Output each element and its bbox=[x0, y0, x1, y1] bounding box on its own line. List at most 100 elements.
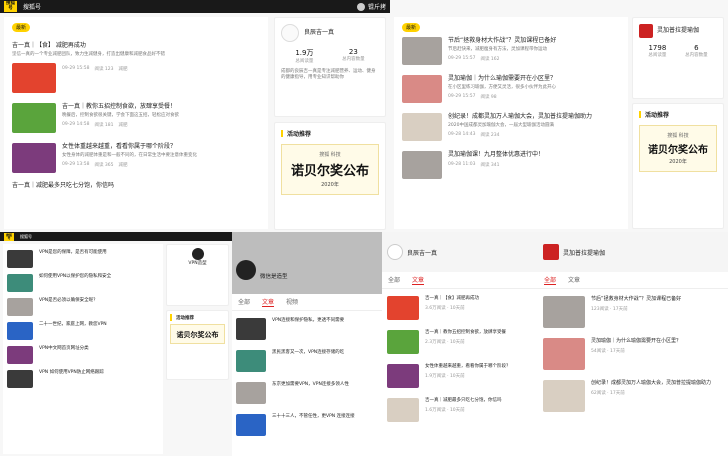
list-item[interactable]: 三十十三人，不管任性，更VPN 连接连接 bbox=[236, 409, 378, 441]
article-title[interactable]: 灵加瑜伽｜为什么瑜伽需要开在小区里？ bbox=[591, 338, 681, 345]
article-title[interactable]: 节后“拯救身材大作战”？灵加课程已备好 bbox=[591, 296, 681, 303]
article-thumb[interactable] bbox=[402, 113, 442, 141]
article-thumb[interactable] bbox=[387, 330, 419, 354]
latest-tag[interactable]: 最新 bbox=[402, 23, 421, 32]
article-thumb[interactable] bbox=[12, 103, 56, 133]
article-thumb[interactable] bbox=[7, 298, 33, 316]
article-thumb[interactable] bbox=[236, 350, 266, 372]
list-item[interactable]: 吉一真｜教你五招控制食欲，放肆享受餐 2.3万阅读 · 10天前 bbox=[387, 325, 533, 359]
list-item[interactable]: 创纪录！成都灵加万人瑜伽大会，灵加普拉提瑜伽助力 2020中国成都灵加瑜伽大会，一… bbox=[402, 108, 620, 146]
profile-name[interactable]: 灵加普拉提瑜伽 bbox=[657, 27, 699, 35]
article-thumb[interactable] bbox=[236, 414, 266, 436]
brand[interactable]: 搜狐号 bbox=[20, 234, 32, 240]
activity-banner[interactable]: 搜狐 科技 诺贝尔奖公布 2020年 bbox=[281, 144, 379, 195]
article-title[interactable]: 黑民黑客又一次，VPN连接存储的吃 bbox=[272, 350, 344, 372]
article-title[interactable]: VPN 如何使用VPN防止网络跟踪 bbox=[39, 370, 104, 388]
latest-tag[interactable]: 最新 bbox=[12, 23, 31, 32]
article-title[interactable]: 创纪录！成都灵加万人瑜伽大会，灵加普拉提瑜伽助力 bbox=[591, 380, 711, 387]
article-thumb[interactable] bbox=[543, 338, 585, 370]
article-thumb[interactable] bbox=[7, 322, 33, 340]
article-title[interactable]: 创纪录！成都灵加万人瑜伽大会，灵加普拉提瑜伽助力 bbox=[448, 113, 592, 121]
profile-avatar[interactable] bbox=[639, 24, 653, 38]
username[interactable]: 锟斤拷 bbox=[368, 2, 386, 11]
list-item[interactable]: 节后“拯救身材大作战”？灵加课程已备好 节后赶快来，减肥瘦身有方法，灵加课程带你运… bbox=[402, 32, 620, 70]
list-item[interactable]: 东京更加需要VPN，VPN连接多领人性 bbox=[236, 377, 378, 409]
profile-avatar[interactable] bbox=[281, 24, 299, 42]
article-thumb[interactable] bbox=[387, 364, 419, 388]
list-item[interactable]: VPN是您的保障，是否有可能使用 bbox=[7, 247, 159, 271]
list-item[interactable]: 吉一真｜【食】减肥再成功 3.6万阅读 · 10天前 bbox=[387, 291, 533, 325]
profile-name[interactable]: 微信是造型 bbox=[260, 272, 288, 280]
list-item[interactable]: 节后“拯救身材大作战”？灵加课程已备好 123阅读 · 17天前 bbox=[543, 291, 723, 333]
article-thumb[interactable] bbox=[7, 346, 33, 364]
article-thumb[interactable] bbox=[387, 398, 419, 422]
article-title[interactable]: 吉一真｜【食】 减肥再成功 bbox=[12, 42, 260, 50]
article-thumb[interactable] bbox=[236, 382, 266, 404]
activity-banner[interactable]: 诺贝尔奖公布 bbox=[170, 324, 225, 344]
list-item[interactable]: 灵加瑜伽课！九月整体优惠进行中！ 09-28 11:03 阅读 341 bbox=[402, 146, 620, 184]
list-item[interactable]: 女性体重越来越重，看看你属于哪个阶段？ 1.9万阅读 · 10天前 bbox=[387, 359, 533, 393]
brand[interactable]: 搜狐号 bbox=[23, 2, 41, 11]
list-item[interactable]: 吉一真｜教你五招控制食欲，放肆享受餐！ 晚餐后，控制食欲很关键，学会下面这五招，… bbox=[12, 98, 260, 138]
list-item[interactable]: VPN 如何使用VPN防止网络跟踪 bbox=[7, 367, 159, 391]
tab-all[interactable]: 全部 bbox=[238, 297, 250, 307]
article-title[interactable]: VPN是您的保障，是否有可能使用 bbox=[39, 250, 107, 268]
profile-name[interactable]: 灵加普拉提瑜伽 bbox=[563, 248, 605, 257]
profile-avatar[interactable] bbox=[387, 244, 403, 260]
article-title[interactable]: 吉一真｜教你五招控制食欲，放肆享受餐！ bbox=[62, 103, 179, 111]
list-item[interactable]: 创纪录！成都灵加万人瑜伽大会，灵加普拉提瑜伽助力 62阅读 · 17天前 bbox=[543, 375, 723, 417]
article-thumb[interactable] bbox=[7, 274, 33, 292]
avatar[interactable] bbox=[356, 2, 365, 11]
sohu-logo[interactable]: 搜狐号 bbox=[4, 1, 17, 12]
article-title[interactable]: 吉一真｜教你五招控制食欲，放肆享受餐 bbox=[425, 330, 506, 336]
article-title[interactable]: 女性体重越来越重，看看你属于哪个阶段？ bbox=[62, 143, 197, 151]
article-title[interactable]: 吉一真｜减肥最多只吃七分饱，你信吗 bbox=[12, 182, 260, 190]
list-item[interactable]: 女性体重越来越重，看看你属于哪个阶段？ 女性身体的减肥体重是和一般不同的，在日常… bbox=[12, 138, 260, 178]
list-item[interactable]: 灵加瑜伽｜为什么瑜伽需要开在小区里？ 在小区里练习瑜伽，方便又灵活，很多小伙伴为此… bbox=[402, 70, 620, 108]
list-item[interactable]: 09-29 15:58 阅读 123 减肥 bbox=[12, 58, 260, 98]
profile-avatar[interactable] bbox=[543, 244, 559, 260]
article-title[interactable]: VPN是否必须以确保安全呢？ bbox=[39, 298, 98, 316]
article-thumb[interactable] bbox=[12, 143, 56, 173]
list-item[interactable]: 吉一真｜减肥最多只吃七分饱，你信吗 1.6万阅读 · 10天前 bbox=[387, 393, 533, 427]
article-thumb[interactable] bbox=[7, 250, 33, 268]
article-title[interactable]: 节后“拯救身材大作战”？灵加课程已备好 bbox=[448, 37, 556, 45]
article-title[interactable]: VPN中文网首页网址分类 bbox=[39, 346, 89, 364]
article-thumb[interactable] bbox=[402, 75, 442, 103]
sohu-logo[interactable]: 搜狐号 bbox=[4, 232, 15, 241]
activity-banner[interactable]: 搜狐 科技 诺贝尔奖公布 2020年 bbox=[639, 125, 717, 172]
tab-articles[interactable]: 文章 bbox=[412, 275, 425, 285]
article-title[interactable]: 三十十三人，不管任性，更VPN 连接连接 bbox=[272, 414, 355, 436]
article-title[interactable]: 如何使用VPN以保护您的隐私和安全 bbox=[39, 274, 111, 292]
list-item[interactable]: VPN是否必须以确保安全呢？ bbox=[7, 295, 159, 319]
article-title[interactable]: 女性体重越来越重，看看你属于哪个阶段？ bbox=[425, 364, 511, 370]
article-title[interactable]: 二十一世纪，家庭上网，教您VPN bbox=[39, 322, 107, 340]
tab-all[interactable]: 全部 bbox=[544, 275, 557, 285]
profile-name[interactable]: 良辰吉一真 bbox=[407, 248, 437, 257]
article-thumb[interactable] bbox=[543, 296, 585, 328]
article-thumb[interactable] bbox=[402, 151, 442, 179]
article-title[interactable]: 吉一真｜【食】减肥再成功 bbox=[425, 296, 479, 302]
article-title[interactable]: VPN连接和保护隐私，更透不同需要 bbox=[272, 318, 344, 340]
article-title[interactable]: 灵加瑜伽｜为什么瑜伽需要开在小区里？ bbox=[448, 75, 556, 83]
article-title[interactable]: 东京更加需要VPN，VPN连接多领人性 bbox=[272, 382, 349, 404]
profile-name[interactable]: 良辰吉一真 bbox=[304, 29, 334, 37]
profile-avatar[interactable] bbox=[191, 248, 204, 260]
tab-articles[interactable]: 文章 bbox=[262, 297, 275, 307]
profile-avatar[interactable] bbox=[236, 260, 256, 280]
article-thumb[interactable] bbox=[402, 37, 442, 65]
article-thumb[interactable] bbox=[387, 296, 419, 320]
article-thumb[interactable] bbox=[236, 318, 266, 340]
article-title[interactable]: 灵加瑜伽课！九月整体优惠进行中！ bbox=[448, 151, 544, 159]
tab-articles[interactable]: 文章 bbox=[568, 275, 580, 285]
article-thumb[interactable] bbox=[7, 370, 33, 388]
list-item[interactable]: 吉一真｜【食】 减肥再成功 坚信一真的一个专业减肥团队，致力生减健身，打造出健康… bbox=[12, 42, 260, 58]
tab-video[interactable]: 视频 bbox=[286, 297, 298, 307]
list-item[interactable]: VPN连接和保护隐私，更透不同需要 bbox=[236, 313, 378, 345]
list-item[interactable]: VPN中文网首页网址分类 bbox=[7, 343, 159, 367]
list-item[interactable]: 黑民黑客又一次，VPN连接存储的吃 bbox=[236, 345, 378, 377]
tab-all[interactable]: 全部 bbox=[388, 275, 400, 285]
list-item[interactable]: 灵加瑜伽｜为什么瑜伽需要开在小区里？ 54阅读 · 17天前 bbox=[543, 333, 723, 375]
article-thumb[interactable] bbox=[12, 63, 56, 93]
list-item[interactable]: 二十一世纪，家庭上网，教您VPN bbox=[7, 319, 159, 343]
